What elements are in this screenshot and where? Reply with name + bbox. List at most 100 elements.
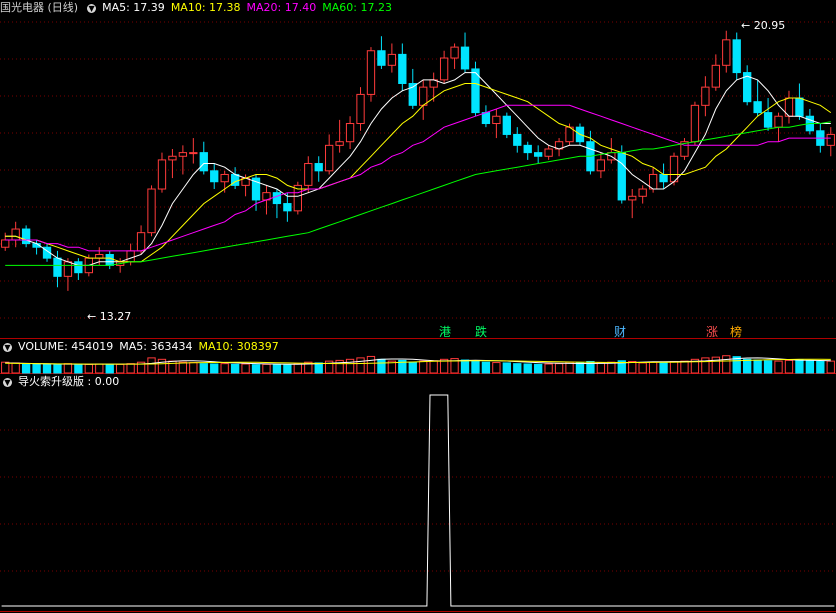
candle-body [450, 46, 459, 59]
volume-readout: VOLUME: 454019 [18, 340, 114, 353]
volume-bar [366, 355, 376, 374]
main-panel-header: 国光电器 (日线) ▼ MA5: 17.39 MA10: 17.38 MA20: 17.… [0, 0, 398, 16]
candle-body [178, 152, 188, 157]
volume-bar [220, 363, 229, 374]
volume-bar [784, 359, 794, 374]
tag-bang[interactable]: 榜 [730, 323, 742, 340]
candle-body [126, 250, 135, 263]
candle-body [366, 50, 376, 95]
volume-bar [251, 364, 261, 374]
candle-body [711, 64, 720, 88]
volume-bar [21, 363, 31, 374]
volume-bar [795, 359, 804, 374]
volume-bar [575, 362, 585, 374]
volume-bar [743, 358, 752, 374]
volume-bar [345, 358, 355, 374]
ma60-readout: MA60: 17.23 [322, 1, 392, 14]
candle-body [157, 159, 167, 190]
volume-bar [669, 360, 679, 374]
candle-body [377, 50, 386, 66]
volume-bar [42, 363, 52, 374]
volume-bar [241, 363, 250, 374]
tag-die[interactable]: 跌 [475, 323, 487, 340]
volume-bar [638, 362, 647, 374]
stock-title: 国光电器 (日线) [0, 1, 79, 14]
candle-body [460, 46, 470, 70]
candle-body [168, 155, 177, 161]
candle-body [795, 97, 804, 117]
chart-canvas [0, 21, 836, 612]
indicator-panel-header: ▼ 导火索升级版 : 0.00 [0, 374, 125, 390]
candle-body [220, 173, 229, 183]
candle-body [356, 93, 365, 125]
candle-body [210, 170, 219, 183]
candle-body [659, 173, 668, 183]
candle-body [826, 133, 835, 146]
high-price-label: ← 20.95 [741, 19, 786, 32]
volume-bar [408, 361, 417, 374]
volume-bar [429, 360, 438, 374]
volume-bar [816, 360, 825, 374]
volume-bar [11, 362, 20, 374]
candle-body [617, 152, 626, 201]
candle-body [63, 261, 73, 277]
volume-bar [701, 357, 710, 374]
volume-bar [596, 362, 606, 374]
volume-bar [628, 360, 637, 374]
candle-body [523, 144, 532, 154]
candle-body [701, 86, 710, 106]
candle-body [398, 53, 407, 84]
indicator-line [1, 394, 835, 607]
candle-body [11, 228, 20, 241]
volume-bar [419, 360, 428, 374]
ma-line-ma20 [5, 104, 831, 252]
volume-bar [84, 363, 93, 374]
candle-body [638, 188, 647, 197]
candle-body [774, 115, 783, 128]
tag-zhang[interactable]: 涨 [706, 323, 718, 340]
candle-body [95, 254, 104, 259]
volume-bar [293, 363, 302, 374]
volume-bar [722, 355, 731, 374]
volume-ma10-readout: MA10: 308397 [198, 340, 279, 353]
candle-body [1, 239, 10, 248]
candle-body [753, 101, 762, 114]
chevron-down-icon[interactable]: ▼ [3, 377, 12, 387]
volume-bar [189, 362, 198, 374]
tag-gang[interactable]: 港 [439, 323, 451, 340]
candle-body [136, 232, 146, 252]
volume-bar [283, 364, 292, 374]
volume-bar [826, 360, 835, 374]
volume-bar [753, 359, 762, 374]
chevron-down-icon[interactable]: ▼ [87, 3, 97, 13]
candle-body [74, 261, 83, 274]
volume-bar [74, 363, 83, 374]
volume-bar [502, 362, 511, 374]
candle-body [628, 195, 637, 201]
candle-body [534, 152, 543, 157]
candle-body [763, 112, 773, 128]
indicator-readout: 导火索升级版 : 0.00 [18, 375, 120, 388]
tag-cai[interactable]: 财 [614, 323, 626, 340]
candle-body [335, 141, 344, 146]
volume-bar [356, 357, 365, 374]
volume-bar [272, 364, 282, 374]
volume-bar [157, 358, 167, 374]
candle-body [325, 144, 334, 172]
ma5-readout: MA5: 17.39 [102, 1, 165, 14]
ma-line-ma10 [5, 83, 832, 263]
candle-body [105, 254, 114, 266]
volume-bar [210, 363, 219, 374]
candle-body [544, 148, 553, 157]
volume-bar [178, 361, 188, 374]
candle-body [419, 86, 428, 106]
volume-bar [659, 362, 668, 374]
volume-bar [763, 360, 773, 374]
candle-body [189, 152, 198, 155]
volume-bar [199, 363, 208, 374]
volume-bar [554, 363, 564, 374]
candle-body [272, 192, 282, 205]
volume-bar [544, 363, 553, 374]
chevron-down-icon[interactable]: ▼ [3, 342, 12, 352]
volume-bar [53, 364, 62, 374]
